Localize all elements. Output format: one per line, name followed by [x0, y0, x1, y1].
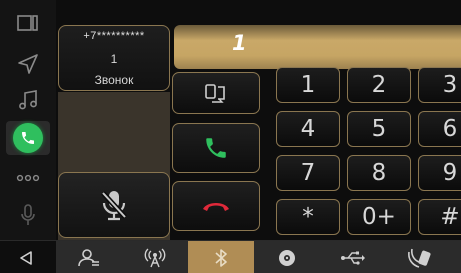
disc-icon[interactable]: [254, 241, 320, 273]
more-icon[interactable]: [6, 161, 50, 195]
back-icon[interactable]: [14, 247, 38, 269]
call-button[interactable]: [172, 123, 260, 173]
caller-number: +7**********: [83, 30, 145, 42]
left-sidebar: [0, 0, 56, 240]
key-3[interactable]: 3: [418, 67, 461, 103]
call-label: Звонок: [94, 73, 134, 87]
mic-muted-icon: [101, 191, 127, 221]
key-hash[interactable]: #: [418, 199, 461, 235]
mute-microphone-button[interactable]: [58, 172, 170, 238]
voice-icon[interactable]: [6, 198, 50, 232]
key-6[interactable]: 6: [418, 111, 461, 147]
key-star[interactable]: *: [276, 199, 340, 235]
contacts-icon[interactable]: [56, 241, 122, 273]
key-8[interactable]: 8: [347, 155, 411, 191]
key-4[interactable]: 4: [276, 111, 340, 147]
phone-dialer: +7********** 1 Звонок 1 1 2 3 4 5 6 7 8 …: [56, 0, 461, 240]
call-count: 1: [110, 52, 118, 66]
bluetooth-icon[interactable]: [188, 241, 254, 273]
phone-icon[interactable]: [6, 121, 50, 155]
transfer-icon: [205, 84, 225, 103]
key-5[interactable]: 5: [347, 111, 411, 147]
call-icon: [206, 138, 226, 158]
phone-connect-icon[interactable]: [386, 241, 452, 273]
usb-icon[interactable]: [320, 241, 386, 273]
switch-device-button[interactable]: [172, 72, 260, 114]
recent-call-card[interactable]: +7********** 1 Звонок: [58, 25, 170, 91]
bottom-bar: [0, 240, 461, 273]
radio-icon[interactable]: [122, 241, 188, 273]
music-icon[interactable]: [6, 83, 50, 117]
key-0[interactable]: 0+: [347, 199, 411, 235]
key-2[interactable]: 2: [347, 67, 411, 103]
dial-input-display: 1: [174, 25, 461, 69]
end-call-button[interactable]: [172, 181, 260, 231]
key-9[interactable]: 9: [418, 155, 461, 191]
hang-up-icon: [203, 203, 229, 211]
screen-mode-icon[interactable]: [6, 6, 50, 40]
key-1[interactable]: 1: [276, 67, 340, 103]
navigation-icon[interactable]: [6, 47, 50, 81]
source-tabs: [56, 241, 461, 273]
phone-active-badge: [13, 123, 43, 153]
key-7[interactable]: 7: [276, 155, 340, 191]
dialed-number: 1: [232, 31, 247, 55]
